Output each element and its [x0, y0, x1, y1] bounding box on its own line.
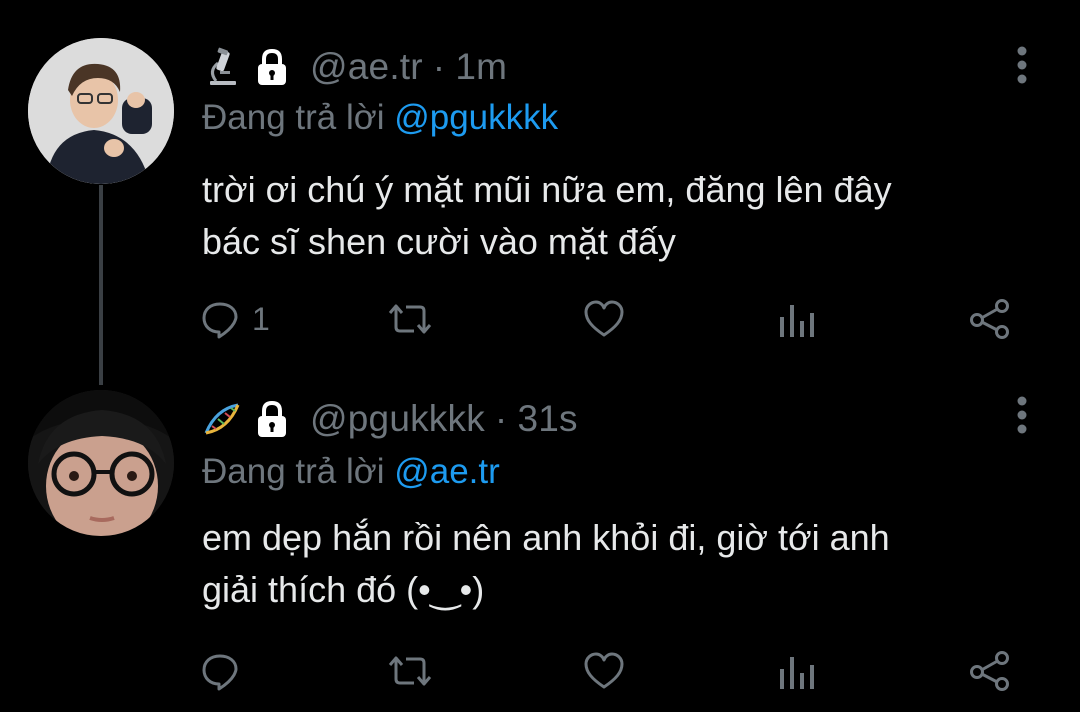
more-vertical-icon [1017, 396, 1027, 434]
heart-icon [584, 652, 624, 689]
tweet-header: @pgukkkk · 31s [202, 394, 578, 444]
tweet-text-line: trời ơi chú ý mặt mũi nữa em, đăng lên đ… [202, 169, 892, 210]
reply-mention-link[interactable]: @ae.tr [394, 452, 500, 491]
tweet-text: em dẹp hắn rồi nên anh khỏi đi, giờ tới … [202, 512, 1042, 616]
retweet-icon [388, 656, 432, 686]
reply-icon [202, 654, 238, 691]
timestamp[interactable]: 31s [517, 398, 577, 440]
like-button[interactable] [582, 294, 626, 344]
like-button[interactable] [582, 646, 626, 696]
replying-to: Đang trả lời @ae.tr [202, 452, 500, 492]
timestamp[interactable]: 1m [455, 46, 507, 88]
tweet-text-line: em dẹp hắn rồi nên anh khỏi đi, giờ tới … [202, 517, 890, 558]
reply-button[interactable]: 1 [200, 294, 270, 344]
conversation-thread: @ae.tr · 1m Đang trả lời @pgukkkk trời ơ… [0, 0, 1080, 712]
microscope-icon [202, 47, 242, 87]
reply-prefix: Đang trả lời [202, 98, 385, 137]
reply-icon [202, 302, 238, 339]
tweet-text-line: bác sĩ shen cười vào mặt đấy [202, 221, 676, 262]
more-vertical-icon [1017, 46, 1027, 84]
retweet-button[interactable] [384, 294, 436, 344]
separator-dot: · [494, 398, 508, 439]
lock-icon [254, 399, 290, 439]
share-button[interactable] [968, 294, 1012, 344]
avatar-photo [28, 390, 174, 536]
analytics-button[interactable] [776, 294, 816, 344]
avatar[interactable] [28, 390, 174, 536]
dna-icon [202, 399, 242, 439]
separator-dot: · [432, 46, 446, 87]
user-handle[interactable]: @pgukkkk [310, 398, 485, 440]
avatar-photo [28, 38, 174, 184]
tweet-text: trời ơi chú ý mặt mũi nữa em, đăng lên đ… [202, 164, 1042, 268]
more-options-button[interactable] [1008, 40, 1036, 90]
tweet[interactable]: @ae.tr · 1m Đang trả lời @pgukkkk trời ơ… [0, 0, 1080, 360]
avatar[interactable] [28, 38, 174, 184]
heart-icon [584, 300, 624, 337]
analytics-button[interactable] [776, 646, 816, 696]
more-options-button[interactable] [1008, 390, 1036, 440]
tweet-header: @ae.tr · 1m [202, 42, 507, 92]
lock-icon [254, 47, 290, 87]
tweet[interactable]: @pgukkkk · 31s Đang trả lời @ae.tr em dẹ… [0, 360, 1080, 712]
reply-button[interactable] [200, 646, 252, 696]
bar-chart-icon [780, 657, 814, 689]
replying-to: Đang trả lời @pgukkkk [202, 98, 558, 138]
bar-chart-icon [780, 305, 814, 337]
tweet-text-line: giải thích đó (•‿•) [202, 569, 485, 610]
reply-prefix: Đang trả lời [202, 452, 385, 491]
tweet-actions [0, 646, 1080, 696]
retweet-icon [388, 304, 432, 334]
share-icon [970, 651, 1009, 691]
retweet-button[interactable] [384, 646, 436, 696]
share-button[interactable] [968, 646, 1012, 696]
tweet-actions: 1 [0, 294, 1080, 344]
share-icon [970, 299, 1009, 339]
reply-count: 1 [252, 300, 270, 337]
reply-mention-link[interactable]: @pgukkkk [394, 98, 558, 137]
user-handle[interactable]: @ae.tr [310, 46, 423, 88]
